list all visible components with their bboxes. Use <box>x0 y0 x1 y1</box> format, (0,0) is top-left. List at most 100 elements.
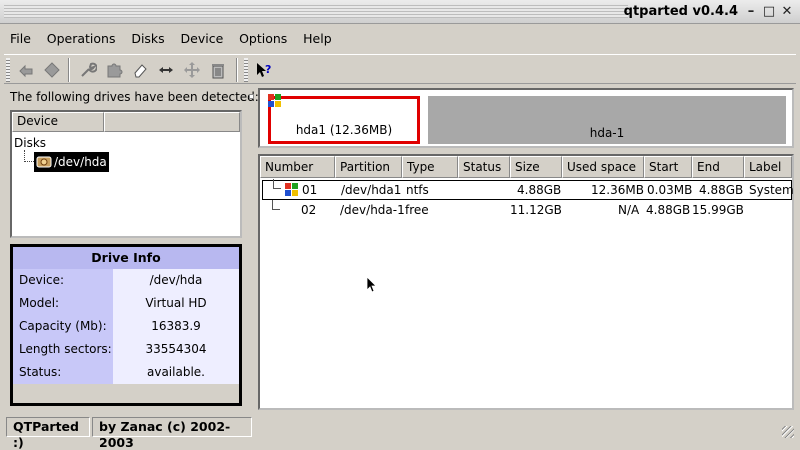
toolbar-separator <box>68 58 70 82</box>
cell-end: 15.99GB <box>692 203 744 217</box>
column-size[interactable]: Size <box>510 156 562 178</box>
move-icon[interactable] <box>180 58 204 82</box>
puzzle-icon[interactable] <box>102 58 126 82</box>
close-icon[interactable]: ✕ <box>780 5 794 19</box>
drive-info-value: Virtual HD <box>113 292 239 315</box>
column-type[interactable]: Type <box>402 156 458 178</box>
partition-table[interactable]: Number Partition Type Status Size Used s… <box>258 154 794 410</box>
drives-detected-label: The following drives have been detected: <box>10 90 259 104</box>
windows-flag-icon <box>268 94 281 107</box>
partition-map-free[interactable]: hda-1 <box>428 96 786 144</box>
toolbar-separator <box>236 58 238 82</box>
tree-branch-line <box>24 150 34 162</box>
tree-item-hda-label: /dev/hda <box>54 155 107 169</box>
drive-info-row: Model: Virtual HD <box>13 292 239 315</box>
cell-label: System <box>749 183 794 197</box>
drive-info-key: Capacity (Mb): <box>13 315 113 338</box>
splitter-handle[interactable] <box>249 94 254 99</box>
menu-disks[interactable]: Disks <box>125 28 170 49</box>
maximize-icon[interactable]: □ <box>762 5 776 19</box>
device-tree[interactable]: Device Disks /dev/hda <box>10 110 242 238</box>
drive-info-value: /dev/hda <box>113 269 239 292</box>
column-status[interactable]: Status <box>458 156 510 178</box>
drive-info-key: Length sectors: <box>13 338 113 361</box>
wrench-icon[interactable] <box>76 58 100 82</box>
cell-start: 0.03MB <box>647 183 693 197</box>
partition-map-free-label: hda-1 <box>589 126 625 140</box>
minimize-icon[interactable]: – <box>744 5 758 19</box>
cell-number: 01 <box>302 183 318 197</box>
cell-type: ntfs <box>406 183 429 197</box>
cell-used-space: N/A <box>618 203 640 217</box>
title-bar[interactable]: qtparted v0.4.4 – □ ✕ <box>0 0 800 24</box>
drive-info-row: Status: available. <box>13 361 239 384</box>
svg-text:?: ? <box>265 63 271 76</box>
menu-file[interactable]: File <box>4 28 37 49</box>
partition-table-header: Number Partition Type Status Size Used s… <box>260 156 792 178</box>
cell-end: 4.88GB <box>699 183 744 197</box>
tree-column-empty[interactable] <box>104 112 240 132</box>
eraser-icon[interactable] <box>128 58 152 82</box>
mouse-pointer-icon <box>366 276 377 293</box>
cell-start: 4.88GB <box>646 203 691 217</box>
cell-partition: /dev/hda1 <box>341 183 402 197</box>
redo-icon[interactable] <box>40 58 64 82</box>
resize-icon[interactable] <box>154 58 178 82</box>
partition-map-hda1-label: hda1 (12.36MB) <box>295 123 393 137</box>
menu-help[interactable]: Help <box>297 28 338 49</box>
cell-partition: /dev/hda-1 <box>340 203 405 217</box>
menu-operations[interactable]: Operations <box>41 28 122 49</box>
menu-device[interactable]: Device <box>175 28 230 49</box>
toolbar-grip[interactable] <box>6 58 10 82</box>
drive-info-key: Model: <box>13 292 113 315</box>
cell-number: 02 <box>301 203 317 217</box>
tree-item-hda[interactable]: /dev/hda <box>34 152 109 172</box>
column-number[interactable]: Number <box>260 156 335 178</box>
drive-info-footer <box>13 384 239 402</box>
window-title: qtparted v0.4.4 <box>623 4 738 19</box>
column-label[interactable]: Label <box>744 156 792 178</box>
drive-info-row: Length sectors: 33554304 <box>13 338 239 361</box>
column-partition[interactable]: Partition <box>335 156 402 178</box>
toolbar: ? <box>4 54 796 84</box>
drive-info-title: Drive Info <box>13 247 239 269</box>
row-tree-line <box>273 179 281 189</box>
panel-splitter[interactable] <box>248 88 256 410</box>
cell-type: free <box>405 203 429 217</box>
status-app: QTParted :) <box>6 417 90 450</box>
cell-used-space: 12.36MB <box>591 183 644 197</box>
windows-flag-icon <box>285 183 298 196</box>
tree-column-device[interactable]: Device <box>12 112 104 132</box>
column-used-space[interactable]: Used space <box>562 156 644 178</box>
cell-size: 4.88GB <box>517 183 562 197</box>
column-end[interactable]: End <box>692 156 744 178</box>
menu-bar: File Operations Disks Device Options Hel… <box>4 28 796 52</box>
drive-info-row: Device: /dev/hda <box>13 269 239 292</box>
cell-size: 11.12GB <box>510 203 562 217</box>
resize-grip[interactable] <box>782 426 794 438</box>
status-bar: QTParted :) by Zanac (c) 2002-2003 <box>4 414 796 450</box>
table-row[interactable]: 02 /dev/hda-1 free 11.12GB N/A 4.88GB 15… <box>262 200 792 220</box>
drive-info-panel: Drive Info Device: /dev/hda Model: Virtu… <box>10 244 242 406</box>
column-start[interactable]: Start <box>644 156 692 178</box>
tree-item-disks[interactable]: Disks <box>14 136 46 150</box>
table-row[interactable]: 01 /dev/hda1 ntfs 4.88GB 12.36MB 0.03MB … <box>262 179 794 200</box>
drive-info-value: available. <box>113 361 239 384</box>
title-grip <box>4 5 628 18</box>
drive-info-value: 16383.9 <box>113 315 239 338</box>
hard-disk-icon <box>36 156 52 168</box>
trash-icon[interactable] <box>206 58 230 82</box>
menu-options[interactable]: Options <box>233 28 293 49</box>
undo-icon[interactable] <box>14 58 38 82</box>
drive-info-key: Device: <box>13 269 113 292</box>
drive-info-value: 33554304 <box>113 338 239 361</box>
partition-map: hda1 (12.36MB) hda-1 <box>258 88 794 148</box>
row-tree-line <box>272 200 280 210</box>
drive-info-key: Status: <box>13 361 113 384</box>
tree-header: Device <box>12 112 240 132</box>
status-credits: by Zanac (c) 2002-2003 <box>92 417 252 450</box>
whats-this-icon[interactable]: ? <box>252 58 276 82</box>
toolbar-grip[interactable] <box>244 58 248 82</box>
drive-info-row: Capacity (Mb): 16383.9 <box>13 315 239 338</box>
partition-map-hda1[interactable]: hda1 (12.36MB) <box>268 96 420 144</box>
